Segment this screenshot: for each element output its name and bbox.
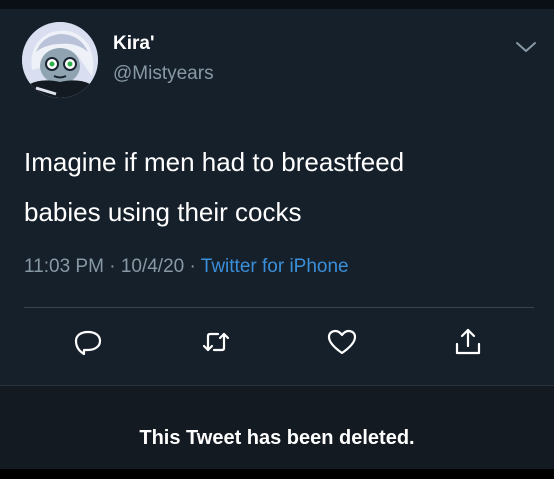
- cartoon-character-avatar-icon: [22, 22, 98, 98]
- reply-button[interactable]: [72, 326, 104, 358]
- tweet-time[interactable]: 11:03 PM: [24, 256, 104, 277]
- reply-icon: [74, 330, 102, 356]
- tweet-meta: 11:03 PM · 10/4/20 · Twitter for iPhone: [24, 256, 349, 278]
- heart-icon: [327, 329, 357, 355]
- tweet-text-line-2: babies using their cocks: [24, 197, 302, 227]
- bottom-edge: [0, 469, 554, 479]
- avatar[interactable]: [22, 22, 98, 98]
- tweet-source[interactable]: Twitter for iPhone: [201, 256, 349, 277]
- retweet-button[interactable]: [200, 326, 232, 358]
- tweet-text-line-1: Imagine if men had to breastfeed: [24, 147, 405, 177]
- screenshot-frame: Kira' @Mistyears Imagine if men had to b…: [0, 0, 554, 479]
- meta-separator-2: ·: [189, 256, 196, 277]
- chevron-down-icon[interactable]: [515, 40, 537, 54]
- retweet-icon: [202, 332, 230, 352]
- tweet-date[interactable]: 10/4/20: [121, 256, 184, 277]
- tweet-text: Imagine if men had to breastfeed babies …: [24, 137, 534, 237]
- share-button[interactable]: [452, 326, 484, 358]
- deleted-notice-text: This Tweet has been deleted.: [139, 427, 415, 449]
- share-icon: [455, 328, 481, 355]
- actions-divider: [24, 307, 534, 308]
- meta-separator-1: ·: [109, 256, 116, 277]
- like-button[interactable]: [326, 326, 358, 358]
- handle[interactable]: @Mistyears: [113, 63, 214, 85]
- display-name[interactable]: Kira': [113, 33, 154, 55]
